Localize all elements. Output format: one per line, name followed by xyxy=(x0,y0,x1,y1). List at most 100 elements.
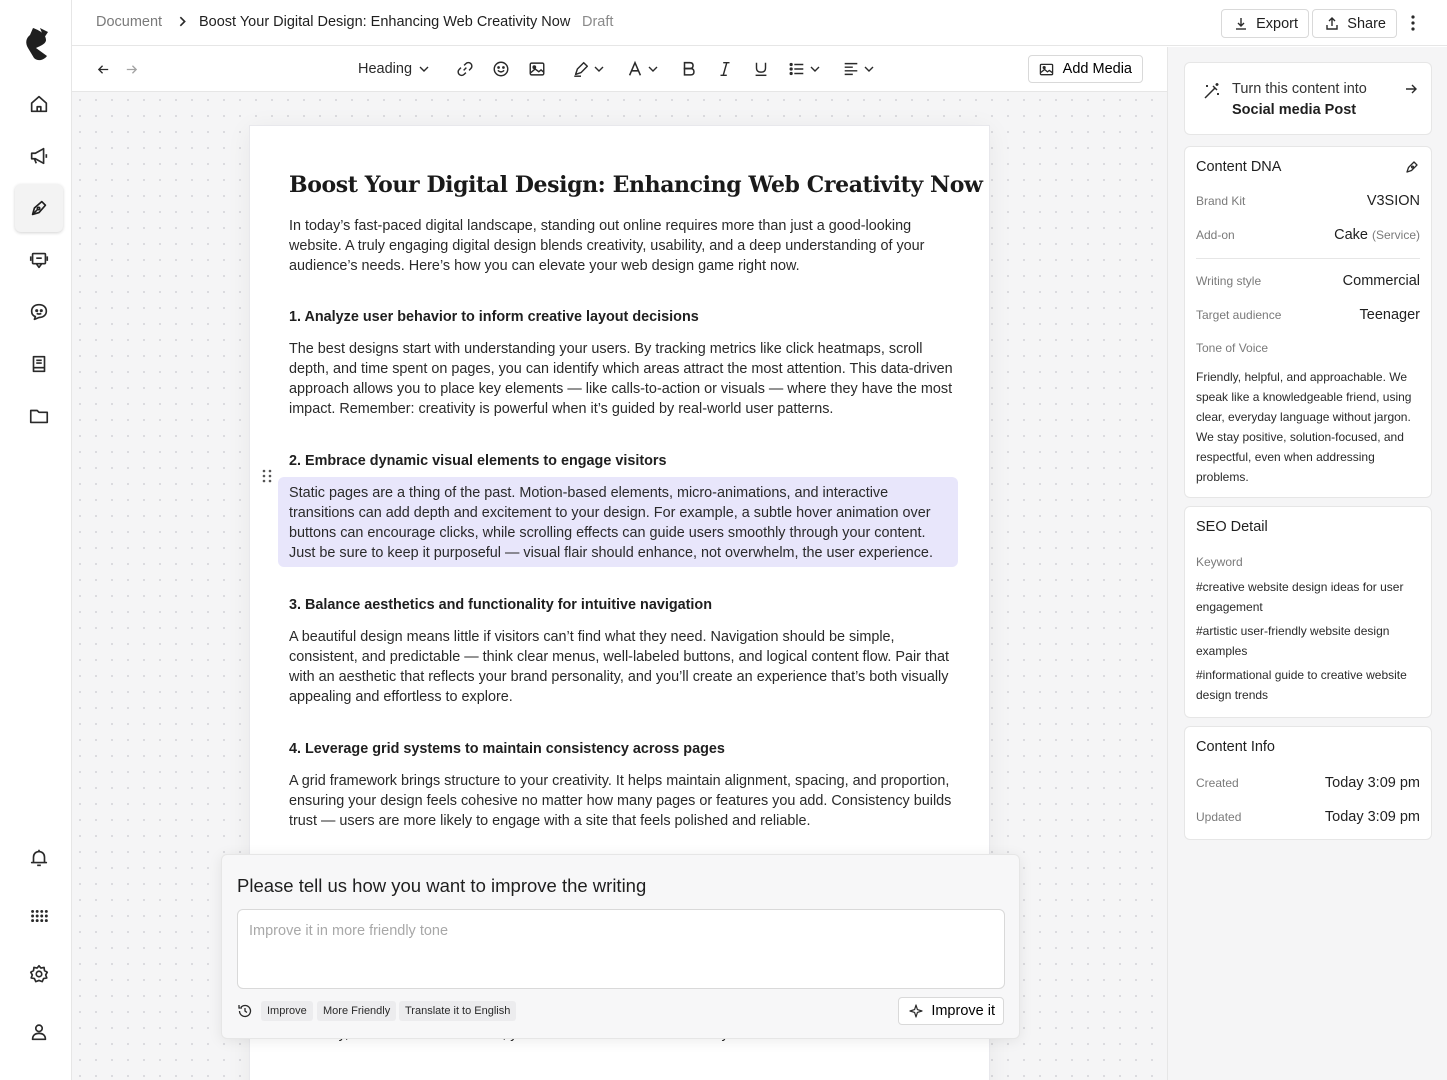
align-select[interactable] xyxy=(842,58,875,80)
intro-paragraph[interactable]: In today’s fast-paced digital landscape,… xyxy=(289,216,954,276)
suggestion-chip-more-friendly[interactable]: More Friendly xyxy=(317,1001,397,1021)
undo-button[interactable] xyxy=(96,58,111,80)
right-panel: Turn this content into Social media Post… xyxy=(1167,47,1447,1080)
section-heading[interactable]: 4. Leverage grid systems to maintain con… xyxy=(289,741,725,757)
italic-button[interactable] xyxy=(716,58,734,80)
content-info-title: Content Info xyxy=(1196,739,1275,755)
block-type-select[interactable]: Heading xyxy=(358,58,430,80)
list-select[interactable] xyxy=(788,58,821,80)
content-info-card: Content Info Created Today 3:09 pm Updat… xyxy=(1184,726,1432,840)
status-badge: Draft xyxy=(582,14,614,30)
improve-submit-label: Improve it xyxy=(931,1003,995,1019)
text-color-select[interactable] xyxy=(626,58,659,80)
apps-button[interactable] xyxy=(15,892,63,940)
add-media-button[interactable]: Add Media xyxy=(1027,55,1143,83)
updated-label: Updated xyxy=(1196,810,1242,824)
addon-type: (Service) xyxy=(1371,228,1420,242)
addon-name: Cake xyxy=(1334,227,1368,243)
share-button[interactable]: Share xyxy=(1312,9,1397,38)
assistant-button[interactable] xyxy=(15,288,63,336)
tone-value: Friendly, helpful, and approachable. We … xyxy=(1196,370,1412,484)
write-button[interactable] xyxy=(15,184,63,232)
export-label: Export xyxy=(1256,15,1298,32)
add-media-label: Add Media xyxy=(1062,61,1132,77)
files-button[interactable] xyxy=(15,392,63,440)
document-title[interactable]: Boost Your Digital Design: Enhancing Web… xyxy=(289,172,983,198)
magic-wand-icon xyxy=(1204,83,1219,99)
brand-kit-label: Brand Kit xyxy=(1196,194,1246,208)
block-type-label: Heading xyxy=(358,61,413,77)
underline-icon xyxy=(755,62,767,77)
italic-icon xyxy=(720,61,730,77)
text-color-icon xyxy=(628,60,642,76)
more-menu-icon[interactable] xyxy=(1403,12,1423,34)
breadcrumb-root[interactable]: Document xyxy=(96,14,162,30)
section-paragraph[interactable]: The best designs start with understandin… xyxy=(289,339,954,419)
image-icon xyxy=(529,62,545,76)
bold-icon xyxy=(683,61,695,76)
improve-submit-button[interactable]: Improve it xyxy=(898,997,1004,1025)
writing-style-label: Writing style xyxy=(1196,274,1262,288)
user-icon xyxy=(31,1024,47,1041)
selected-paragraph[interactable]: Static pages are a thing of the past. Mo… xyxy=(289,483,954,563)
redo-button[interactable] xyxy=(124,58,139,80)
link-button[interactable] xyxy=(456,58,474,80)
bold-button[interactable] xyxy=(680,58,698,80)
history-icon[interactable] xyxy=(237,1003,253,1019)
improve-instruction-input[interactable] xyxy=(237,909,1005,989)
emoji-button[interactable] xyxy=(492,58,510,80)
chat-screen-icon xyxy=(29,252,49,269)
home-button[interactable] xyxy=(15,80,63,128)
logo-icon[interactable] xyxy=(22,26,56,62)
drag-handle-icon[interactable] xyxy=(261,468,273,484)
highlight-select[interactable] xyxy=(572,58,605,80)
chevron-down-icon xyxy=(864,66,874,72)
export-button[interactable]: Export xyxy=(1221,9,1309,38)
undo-arrow-icon xyxy=(97,64,109,74)
pen-icon xyxy=(31,200,47,216)
chevron-down-icon xyxy=(648,66,658,72)
seo-detail-card: SEO Detail Keyword #creative website des… xyxy=(1184,506,1432,718)
addon-value: Cake (Service) xyxy=(1334,227,1420,243)
chevron-right-icon xyxy=(176,15,189,32)
presentation-button[interactable] xyxy=(15,236,63,284)
section-paragraph[interactable]: A grid framework brings structure to you… xyxy=(289,771,954,831)
redo-arrow-icon xyxy=(126,64,138,74)
download-icon xyxy=(1236,17,1247,30)
chatbot-icon xyxy=(30,303,48,321)
insert-image-button[interactable] xyxy=(528,58,546,80)
suggestion-chip-improve[interactable]: Improve xyxy=(261,1001,313,1021)
tone-label: Tone of Voice xyxy=(1196,341,1269,355)
library-button[interactable] xyxy=(15,340,63,388)
editor-toolbar: Heading Add Media xyxy=(72,47,1167,92)
suggestion-chip-translate[interactable]: Translate it to English xyxy=(399,1001,517,1021)
content-dna-card: Content DNA Brand Kit V3SION Add-on Cake… xyxy=(1184,146,1432,498)
repurpose-card[interactable]: Turn this content into Social media Post xyxy=(1184,62,1432,135)
image-icon xyxy=(1039,63,1053,75)
seo-title: SEO Detail xyxy=(1196,519,1268,535)
section-heading[interactable]: 1. Analyze user behavior to inform creat… xyxy=(289,309,699,325)
notifications-button[interactable] xyxy=(15,834,63,882)
underline-button[interactable] xyxy=(752,58,770,80)
section-heading[interactable]: 3. Balance aesthetics and functionality … xyxy=(289,597,712,613)
profile-button[interactable] xyxy=(15,1008,63,1056)
improve-writing-panel: Please tell us how you want to improve t… xyxy=(221,854,1020,1039)
campaign-button[interactable] xyxy=(15,132,63,180)
created-label: Created xyxy=(1196,776,1239,790)
sparkle-icon xyxy=(909,1004,923,1018)
bell-icon xyxy=(30,849,48,867)
improve-question: Please tell us how you want to improve t… xyxy=(237,875,647,896)
keyword-label: Keyword xyxy=(1196,555,1243,569)
align-icon xyxy=(844,62,858,76)
chevron-down-icon xyxy=(810,66,820,72)
chevron-down-icon xyxy=(419,66,429,72)
section-heading[interactable]: 2. Embrace dynamic visual elements to en… xyxy=(289,453,667,469)
left-rail xyxy=(0,0,72,1080)
upload-icon xyxy=(1326,16,1338,30)
settings-button[interactable] xyxy=(15,950,63,998)
writing-style-value: Commercial xyxy=(1342,273,1420,289)
section-paragraph[interactable]: A beautiful design means little if visit… xyxy=(289,627,954,707)
addon-label: Add-on xyxy=(1196,228,1235,242)
edit-pen-icon[interactable] xyxy=(1405,160,1419,174)
book-icon xyxy=(32,355,46,373)
